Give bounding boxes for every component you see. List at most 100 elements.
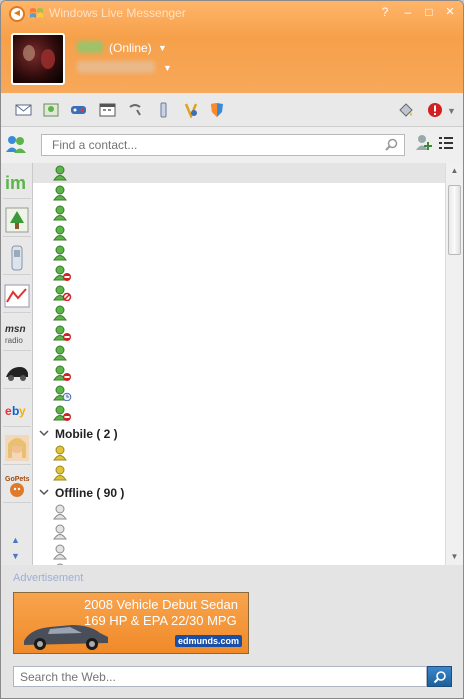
contact-list-scrollbar[interactable]: ▲ ▼ [445,163,463,565]
online-status-icon [53,165,67,181]
offline-status-icon [53,504,67,520]
contact-row[interactable] [33,443,445,463]
offline-status-icon [53,544,67,560]
games-icon[interactable] [70,102,87,118]
sidebar-tab-msn-radio[interactable]: msn radio [3,317,31,351]
contact-row[interactable] [33,303,445,323]
wallpaper-icon[interactable] [183,102,200,118]
sidebar-scroll-down-icon[interactable]: ▼ [11,551,20,561]
contact-row[interactable] [33,463,445,483]
alert-icon[interactable] [427,102,444,118]
scroll-up-icon[interactable]: ▲ [446,163,463,179]
contact-row[interactable] [33,283,445,303]
mail-icon[interactable] [15,102,32,118]
ad-headline: 2008 Vehicle Debut Sedan [84,597,238,612]
online-status-icon [53,205,67,221]
gopets-icon: GoPets [5,476,30,497]
contact-row[interactable] [33,542,445,562]
display-name-blurred[interactable] [77,41,103,53]
mobile-icon[interactable] [155,102,172,118]
contact-row[interactable] [33,263,445,283]
footer: Advertisement 2008 Vehicle Debut Sedan 1… [1,565,463,698]
chevron-down-icon[interactable] [39,487,49,497]
search-icon[interactable] [385,138,398,151]
shield-icon[interactable] [209,102,226,118]
sidebar-tab-gopets[interactable]: GoPets [3,469,31,503]
sidebar-tab-tree[interactable] [3,203,31,237]
svg-text:radio: radio [5,336,23,345]
personal-message-chevron-down-icon[interactable]: ▼ [163,63,172,73]
contact-row[interactable] [33,522,445,542]
sidebar-tabs: im msn radio eby GoPets ▲ ▼ [1,163,33,565]
status-chevron-down-icon[interactable]: ▼ [158,43,167,53]
svg-text:y: y [19,404,26,418]
sidebar-tab-car[interactable] [3,355,31,389]
group-label: Offline ( 90 ) [55,486,125,500]
window-title: Windows Live Messenger [49,6,186,20]
online-status-icon [53,345,67,361]
group-header-mobile[interactable]: Mobile ( 2 ) [33,424,445,444]
offline-status-icon [53,524,67,540]
contacts-icon[interactable] [43,102,60,118]
web-search-box [13,666,427,687]
contact-row[interactable] [33,163,445,183]
contact-row[interactable] [33,203,445,223]
advertisement-banner[interactable]: 2008 Vehicle Debut Sedan 169 HP & EPA 22… [13,592,249,654]
online-status-icon [53,225,67,241]
sidebar-tab-ebay[interactable]: eby [3,393,31,427]
paint-bucket-icon[interactable] [397,102,414,118]
windows-flag-icon [30,8,43,18]
minimize-button[interactable]: – [399,5,417,21]
contact-row[interactable] [33,343,445,363]
msn-radio-icon: msnradio [5,324,26,345]
advertisement-label: Advertisement [13,572,84,584]
contact-row[interactable] [33,183,445,203]
web-search-button[interactable] [427,666,452,687]
sidebar-tab-mobile[interactable] [3,241,31,275]
status-label[interactable]: (Online) [109,41,152,55]
add-contact-icon[interactable] [415,134,433,152]
chevron-down-icon[interactable] [39,428,49,438]
close-button[interactable]: × [441,4,459,21]
contact-search-row [1,127,463,163]
maximize-button[interactable]: □ [420,5,438,21]
busy-status-icon [53,405,71,421]
contact-list: Mobile ( 2 ) Offline ( 90 ) [33,163,445,565]
blocked-status-icon [53,285,72,301]
group-header-offline[interactable]: Offline ( 90 ) [33,483,445,503]
calendar-icon[interactable] [99,102,116,118]
messenger-window: ◄ Windows Live Messenger ? – □ × (Online… [0,0,464,699]
online-status-icon [53,305,67,321]
find-contact-input[interactable] [42,135,372,155]
avatar[interactable] [11,33,65,85]
personal-message-blurred[interactable] [77,61,155,73]
contact-list-icon[interactable] [5,134,27,154]
contact-row[interactable] [33,383,445,403]
woman-photo-icon [5,434,29,461]
svg-text:GoPets: GoPets [5,476,30,483]
sidebar-tab-stocks[interactable] [3,279,31,313]
contact-row[interactable] [33,403,445,423]
sidebar-tab-dating[interactable] [3,431,31,465]
list-view-options-icon[interactable] [437,134,455,152]
scroll-down-icon[interactable]: ▼ [446,549,463,565]
svg-text:im: im [5,173,26,193]
messenger-app-icon[interactable]: ◄ [9,6,25,22]
sidebar-scroll-up-icon[interactable]: ▲ [11,535,20,545]
web-search-input[interactable] [14,667,414,686]
phone-device-icon [11,245,23,270]
contact-row[interactable] [33,502,445,522]
busy-status-icon [53,325,71,341]
phone-icon[interactable] [127,102,144,118]
svg-text:msn: msn [5,324,26,335]
sidebar-tab-im[interactable]: im [3,165,31,199]
help-button[interactable]: ? [376,5,394,21]
mobile-status-icon [53,465,67,481]
contact-row[interactable] [33,223,445,243]
scrollbar-thumb[interactable] [448,185,461,255]
alert-chevron-down-icon[interactable]: ▼ [447,106,456,116]
contact-row[interactable] [33,363,445,383]
contact-row[interactable] [33,323,445,343]
contact-row[interactable] [33,243,445,263]
mobile-status-icon [53,445,67,461]
